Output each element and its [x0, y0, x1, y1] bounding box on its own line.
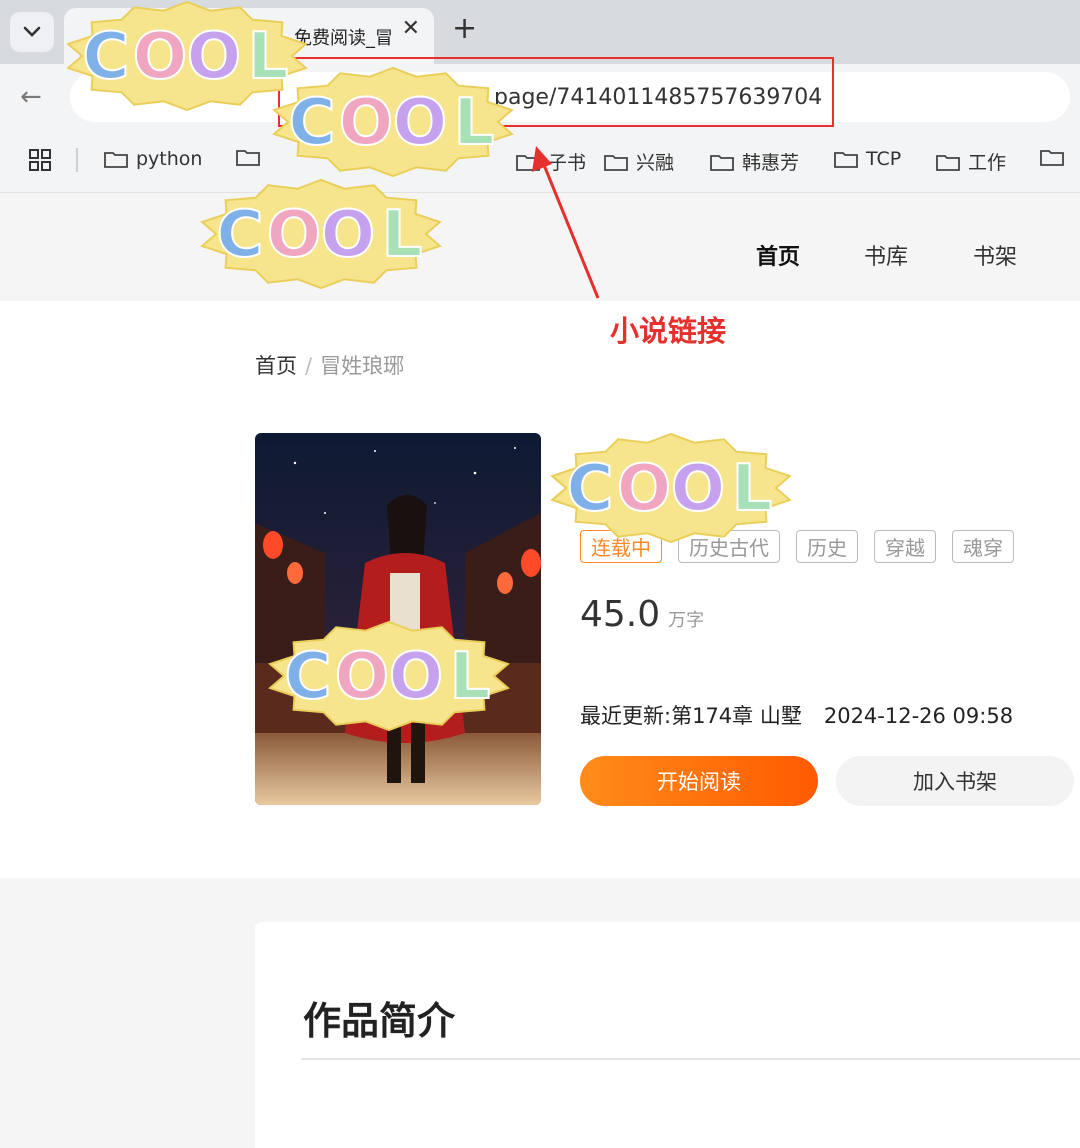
bookmark-divider — [76, 148, 78, 172]
bookmark-label: TCP — [866, 148, 902, 170]
bookmark-folder[interactable]: 兴融 — [604, 148, 674, 175]
sticker-letter: O — [335, 640, 389, 714]
bookmark-label: 兴融 — [636, 152, 675, 174]
sticker-letter: O — [389, 640, 443, 714]
cool-sticker: COOL — [546, 432, 796, 544]
folder-icon — [236, 150, 260, 166]
close-tab-icon[interactable]: ✕ — [402, 18, 420, 40]
start-reading-button[interactable]: 开始阅读 — [580, 756, 818, 806]
cool-sticker-graphic: COOL — [200, 178, 442, 290]
cool-sticker: COOL — [264, 620, 514, 732]
site-header: 首页 书库 书架 — [0, 193, 1080, 301]
cool-sticker: COOL — [196, 178, 446, 290]
book-cover[interactable] — [255, 433, 541, 805]
sticker-letter: C — [285, 640, 332, 714]
back-arrow-icon[interactable]: ← — [20, 84, 42, 110]
bookmark-label: 韩惠芳 — [742, 152, 800, 174]
word-count: 45.0 万字 — [580, 594, 704, 635]
intro-divider — [301, 1058, 1080, 1060]
sticker-letter: L — [732, 452, 773, 526]
nav-home[interactable]: 首页 — [756, 239, 800, 271]
folder-icon — [710, 154, 734, 171]
folder-icon — [834, 152, 858, 168]
sticker-letter: O — [187, 20, 241, 94]
sticker-letter: C — [289, 86, 336, 160]
latest-update-label: 最近更新: — [580, 704, 672, 728]
chevron-down-icon — [23, 26, 41, 37]
sticker-letter: L — [454, 86, 495, 160]
apps-grid-icon[interactable] — [28, 148, 52, 172]
bookmark-label: 工作 — [968, 152, 1007, 174]
folder-icon — [104, 152, 128, 168]
tag-history[interactable]: 历史 — [796, 530, 858, 563]
bookmark-folder[interactable]: python — [104, 148, 202, 170]
sticker-letter: L — [382, 198, 423, 272]
sticker-letter: O — [393, 86, 447, 160]
bookmark-folder[interactable]: 子书 — [516, 148, 586, 175]
sticker-letter: O — [617, 452, 671, 526]
sticker-letter: O — [321, 198, 375, 272]
sticker-letter: C — [567, 452, 614, 526]
word-count-value: 45.0 — [580, 594, 661, 635]
sticker-letter: L — [450, 640, 491, 714]
breadcrumb-home[interactable]: 首页 — [255, 354, 297, 378]
add-to-shelf-button[interactable]: 加入书架 — [836, 756, 1074, 806]
intro-title: 作品简介 — [303, 999, 456, 1043]
nav-library[interactable]: 书库 — [864, 239, 908, 271]
bookmark-label: python — [136, 148, 203, 170]
bookmark-folder[interactable] — [236, 148, 268, 166]
book-cover-illustration — [255, 433, 541, 805]
breadcrumb-separator: / — [305, 354, 313, 378]
cool-sticker: COOL — [268, 66, 518, 178]
bookmark-folder[interactable]: TCP — [834, 148, 901, 170]
tab-search-button[interactable] — [10, 12, 54, 52]
cool-sticker-graphic: COOL — [268, 620, 510, 732]
bookmark-label: 子书 — [548, 152, 587, 174]
breadcrumb-current: 冒姓琅琊 — [320, 354, 405, 378]
folder-icon — [516, 154, 540, 171]
sticker-letter: C — [83, 20, 130, 94]
folder-icon — [1040, 150, 1064, 166]
word-count-unit: 万字 — [668, 610, 705, 631]
bookmark-folder[interactable]: 韩惠芳 — [710, 148, 799, 175]
bookmark-folder-overflow[interactable] — [1040, 148, 1064, 166]
bookmarks-bar: python 子书 兴融 韩惠芳 TCP 工作 — [0, 130, 1080, 193]
sticker-letter: O — [133, 20, 187, 94]
latest-chapter-link[interactable]: 第174章 山墅 — [671, 704, 802, 728]
sticker-letter: O — [267, 198, 321, 272]
nav-bookshelf[interactable]: 书架 — [973, 239, 1017, 271]
folder-icon — [604, 154, 628, 171]
cool-sticker-graphic: COOL — [550, 432, 792, 544]
intro-card: 作品简介 — [255, 922, 1080, 1148]
sticker-letter: O — [671, 452, 725, 526]
tag-time-travel[interactable]: 穿越 — [874, 530, 936, 563]
sticker-letter: C — [217, 198, 264, 272]
folder-icon — [936, 154, 960, 171]
breadcrumb: 首页 / 冒姓琅琊 — [255, 350, 404, 380]
sticker-letter: O — [339, 86, 393, 160]
new-tab-button[interactable]: + — [452, 14, 477, 44]
cool-sticker-graphic: COOL — [272, 66, 514, 178]
tag-soul-transfer[interactable]: 魂穿 — [952, 530, 1014, 563]
bookmark-folder[interactable]: 工作 — [936, 148, 1006, 175]
latest-update-date: 2024-12-26 09:58 — [823, 704, 1014, 728]
annotation-label: 小说链接 — [610, 314, 727, 348]
latest-update: 最近更新:第174章 山墅 2024-12-26 09:58 — [580, 700, 1013, 730]
